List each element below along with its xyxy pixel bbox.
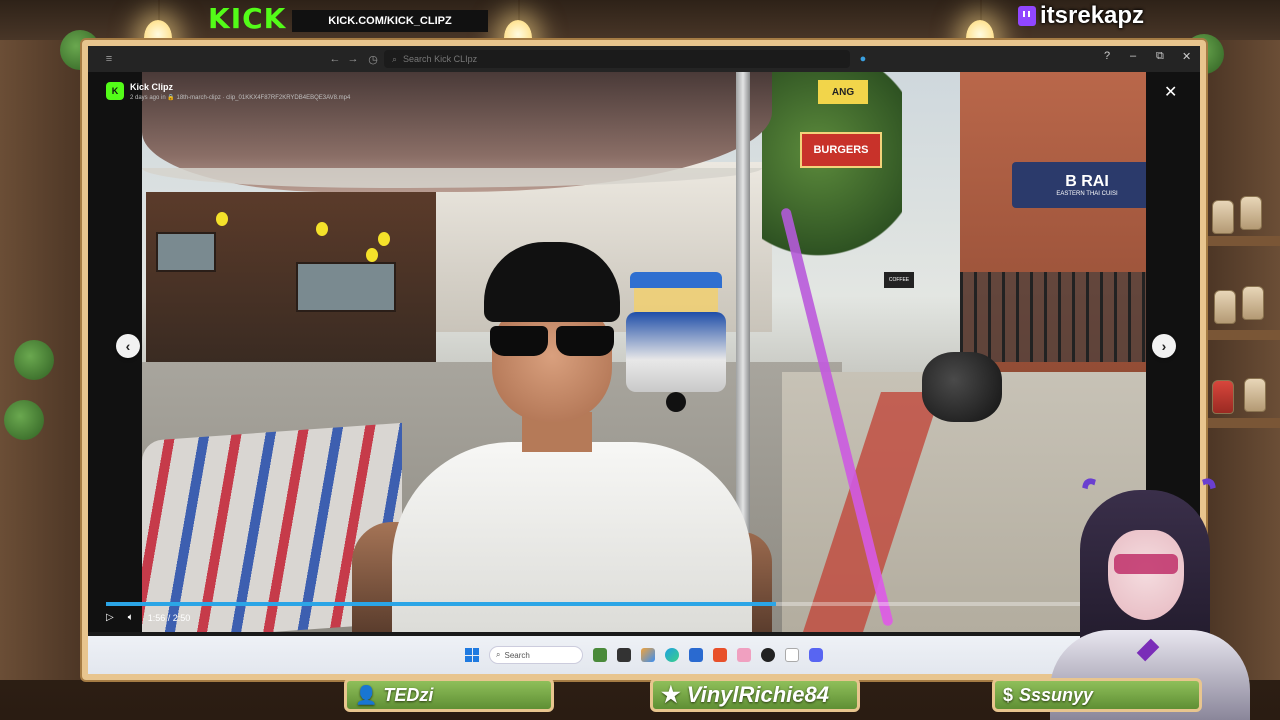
- search-icon: ⌕: [496, 650, 501, 659]
- scene-trash-bags: [922, 352, 1002, 422]
- maximize-button[interactable]: ⧉: [1156, 50, 1164, 63]
- brave-icon[interactable]: [713, 648, 727, 662]
- star-icon: ★: [661, 682, 681, 707]
- lamp-cord: [980, 0, 982, 22]
- search-placeholder: Search Kick CLIpz: [403, 54, 478, 64]
- windows-start-icon[interactable]: [465, 648, 479, 662]
- previous-arrow-button[interactable]: ‹: [116, 334, 140, 358]
- extension-icon[interactable]: ●: [854, 53, 872, 65]
- shelf: [1202, 330, 1280, 340]
- avatar-face: [1108, 530, 1184, 620]
- dollar-icon: $: [1003, 684, 1014, 705]
- jar: [1244, 378, 1266, 412]
- history-icon[interactable]: ◷: [364, 53, 382, 66]
- scene-sign-burgers: BURGERS: [800, 132, 882, 168]
- scene-sign-restaurant-sub: EASTERN THAI CUISI: [1056, 191, 1118, 197]
- forward-arrow-icon[interactable]: →: [344, 53, 362, 65]
- taskbar-search-label: Search: [504, 650, 530, 660]
- scene-sign-ang: ANG: [818, 80, 868, 104]
- person-cap: [484, 242, 620, 322]
- back-arrow-icon[interactable]: ←: [326, 53, 344, 65]
- taskbar-search[interactable]: ⌕ Search: [489, 646, 583, 664]
- shelf: [1202, 418, 1280, 428]
- widgets-icon[interactable]: [593, 648, 607, 662]
- menu-icon[interactable]: ≡: [100, 53, 118, 65]
- person-icon: 👤: [355, 684, 378, 705]
- jar: [1242, 286, 1264, 320]
- twitch-handle-text: itsrekapz: [1040, 2, 1145, 29]
- shop-window: [156, 232, 216, 272]
- chat-plate-follower: 👤 TEDzi: [344, 678, 554, 712]
- notepad-icon[interactable]: [785, 648, 799, 662]
- play-icon[interactable]: ▷: [106, 612, 114, 623]
- balloon: [216, 212, 228, 226]
- clip-meta: 2 days ago in 🔒 18th-march-clipz · clip_…: [130, 95, 351, 101]
- scene-sign-restaurant: B RAI EASTERN THAI CUISI: [1012, 162, 1146, 208]
- video-time: 1:56 / 2:50: [147, 612, 191, 623]
- plant: [4, 400, 44, 440]
- plate-name: VinylRichie84: [686, 682, 829, 707]
- clip-header: K Kick Clipz 2 days ago in 🔒 18th-march-…: [106, 82, 350, 101]
- scene-sign-restaurant-name: B RAI: [1065, 173, 1109, 190]
- pink-app-icon[interactable]: [737, 648, 751, 662]
- scene-railing: [960, 272, 1146, 362]
- jar: [1240, 196, 1262, 230]
- shelf: [1202, 236, 1280, 246]
- channel-name[interactable]: Kick Clipz: [130, 82, 350, 92]
- search-input[interactable]: ⌕ Search Kick CLIpz: [384, 50, 850, 68]
- channel-avatar[interactable]: K: [106, 82, 124, 100]
- plant: [14, 340, 54, 380]
- volume-icon[interactable]: 🔈︎: [128, 612, 134, 623]
- lamp-cord: [158, 0, 160, 22]
- kick-logo: KICK: [208, 2, 287, 35]
- copilot-icon[interactable]: [641, 648, 655, 662]
- browser-title-bar: ≡ ← → ◷ ⌕ Search Kick CLIpz ● ? – ⧉ ✕: [88, 46, 1200, 72]
- dark-app-icon[interactable]: [761, 648, 775, 662]
- scene-person: [352, 242, 772, 632]
- help-icon[interactable]: ?: [1104, 50, 1110, 62]
- task-view-icon[interactable]: [617, 648, 631, 662]
- close-window-button[interactable]: ✕: [1182, 50, 1191, 63]
- close-viewer-icon[interactable]: ✕: [1164, 82, 1177, 102]
- kick-url-label: KICK.COM/KICK_CLIPZ: [292, 10, 488, 32]
- twitch-icon: [1018, 6, 1036, 26]
- balloon: [316, 222, 328, 236]
- lamp-cord: [518, 0, 520, 22]
- store-icon[interactable]: [689, 648, 703, 662]
- jar: [1212, 380, 1234, 414]
- search-icon: ⌕: [392, 53, 398, 64]
- jar: [1214, 290, 1236, 324]
- video-player[interactable]: BURGERS ANG COFFEE B RAI EASTERN THAI CU…: [142, 72, 1146, 632]
- video-progress-bar[interactable]: [106, 602, 1106, 606]
- minimize-button[interactable]: –: [1130, 50, 1136, 62]
- plate-name: TEDzi: [383, 684, 434, 705]
- chat-plate-star: ★ VinylRichie84: [650, 678, 860, 712]
- avatar-eyes: [1114, 554, 1178, 574]
- chat-plate-donation: $ Sssunyy: [992, 678, 1202, 712]
- edge-icon[interactable]: [665, 648, 679, 662]
- discord-icon[interactable]: [809, 648, 823, 662]
- plate-name: Sssunyy: [1019, 684, 1094, 705]
- scene-sign-coffee: COFFEE: [884, 272, 914, 288]
- jar: [1212, 200, 1234, 234]
- next-arrow-button[interactable]: ›: [1152, 334, 1176, 358]
- twitch-handle: itsrekapz: [1012, 2, 1150, 30]
- person-sunglasses: [476, 326, 616, 356]
- video-controls: ▷ 🔈︎ 1:56 / 2:50: [106, 612, 190, 623]
- video-progress-fill: [106, 602, 776, 606]
